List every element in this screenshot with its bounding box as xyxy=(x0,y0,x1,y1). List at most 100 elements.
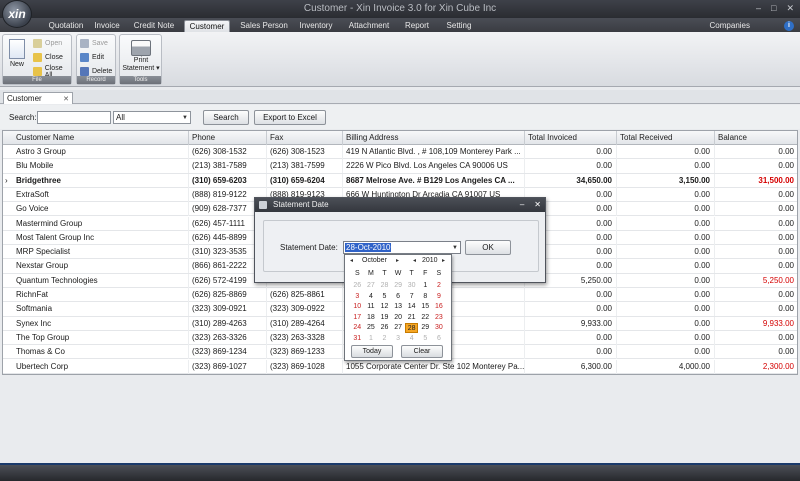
cell-fax[interactable]: (626) 308-1523 xyxy=(267,145,343,159)
cell-balance[interactable]: 0.00 xyxy=(715,217,797,231)
column-header-fax[interactable]: Fax xyxy=(267,131,343,145)
cell-total-received[interactable]: 0.00 xyxy=(617,259,715,274)
filter-select[interactable]: All ▼ xyxy=(113,111,191,124)
cell-fax[interactable]: (626) 825-8861 xyxy=(267,288,343,302)
tab-quotation[interactable]: Quotation xyxy=(42,20,90,32)
cell-balance[interactable]: 0.00 xyxy=(715,245,797,259)
cell-total-invoiced[interactable]: 0.00 xyxy=(525,288,617,302)
new-button[interactable]: New xyxy=(6,37,28,68)
close-icon[interactable]: ✕ xyxy=(786,3,794,14)
cell-balance[interactable]: 0.00 xyxy=(715,159,797,173)
cell-phone[interactable]: (323) 309-0921 xyxy=(189,302,267,317)
cell-total-received[interactable]: 0.00 xyxy=(617,230,715,245)
cell-total-received[interactable]: 3,150.00 xyxy=(617,173,715,188)
cell-total-invoiced[interactable]: 0.00 xyxy=(525,159,617,174)
calendar-day[interactable]: 15 xyxy=(419,302,432,312)
minimize-icon[interactable]: – xyxy=(756,3,761,14)
maximize-icon[interactable]: □ xyxy=(771,3,776,14)
cell-customer-name[interactable]: Softmania xyxy=(13,302,189,317)
calendar-day[interactable]: 10 xyxy=(351,302,364,312)
calendar-day[interactable]: 11 xyxy=(365,302,378,312)
calendar-day[interactable]: 5 xyxy=(378,292,391,302)
cell-total-invoiced[interactable]: 34,650.00 xyxy=(525,173,617,188)
cell-phone[interactable]: (323) 869-1234 xyxy=(189,345,267,360)
tab-report[interactable]: Report xyxy=(400,20,434,32)
app-orb-button[interactable]: xin xyxy=(2,0,32,28)
tab-customer[interactable]: Customer xyxy=(184,20,230,32)
cell-customer-name[interactable]: Ubertech Corp xyxy=(13,359,189,374)
cell-phone[interactable]: (323) 263-3326 xyxy=(189,330,267,345)
cell-balance[interactable]: 2,300.00 xyxy=(715,360,797,374)
cell-fax[interactable]: (213) 381-7599 xyxy=(267,159,343,174)
calendar-day[interactable]: 16 xyxy=(433,302,446,312)
help-icon[interactable]: i xyxy=(784,21,794,31)
cell-total-received[interactable]: 0.00 xyxy=(617,330,715,345)
calendar-day[interactable]: 23 xyxy=(433,313,446,323)
prev-month-icon[interactable]: ◂ xyxy=(350,257,353,264)
calendar-day[interactable]: 29 xyxy=(419,323,432,333)
cell-phone[interactable]: (626) 825-8869 xyxy=(189,288,267,302)
close-tab-icon[interactable]: ✕ xyxy=(63,94,69,105)
tab-inventory[interactable]: Inventory xyxy=(296,20,336,32)
table-row[interactable]: Astro 3 Group (626) 308-1532 (626) 308-152… xyxy=(3,145,797,160)
cell-balance[interactable]: 0.00 xyxy=(715,288,797,302)
export-to-excel-button[interactable]: Export to Excel xyxy=(254,110,326,125)
tab-setting[interactable]: Setting xyxy=(442,20,476,32)
table-row[interactable]: Ubertech Corp (323) 869-1027 (323) 869-102… xyxy=(3,359,797,374)
calendar-day[interactable]: 24 xyxy=(351,323,364,333)
cell-customer-name[interactable]: Thomas & Co xyxy=(13,345,189,360)
calendar-day[interactable]: 30 xyxy=(405,281,418,291)
cell-balance[interactable]: 5,250.00 xyxy=(715,274,797,288)
clear-button[interactable]: Clear xyxy=(401,345,443,358)
calendar-day[interactable]: 4 xyxy=(405,334,418,344)
calendar-day[interactable]: 1 xyxy=(419,281,432,291)
cell-customer-name[interactable]: RichnFat xyxy=(13,288,189,302)
calendar-day[interactable]: 12 xyxy=(378,302,391,312)
cell-balance[interactable]: 0.00 xyxy=(715,145,797,159)
column-header-billing-address[interactable]: Billing Address xyxy=(343,131,525,145)
calendar-year[interactable]: 2010 xyxy=(422,257,438,264)
dialog-close-icon[interactable]: ✕ xyxy=(534,198,541,212)
calendar-day[interactable]: 25 xyxy=(365,323,378,333)
calendar-day[interactable]: 30 xyxy=(433,323,446,333)
calendar-day[interactable]: 1 xyxy=(365,334,378,344)
print-statement-button[interactable]: Print Statement ▾ xyxy=(121,37,161,72)
cell-total-received[interactable]: 0.00 xyxy=(617,145,715,159)
calendar-day[interactable]: 6 xyxy=(392,292,405,302)
close-button[interactable]: Close xyxy=(33,52,63,63)
calendar-day[interactable]: 2 xyxy=(433,281,446,291)
calendar-day[interactable]: 7 xyxy=(405,292,418,302)
tab-customer-document[interactable]: Customer ✕ xyxy=(3,92,73,104)
calendar-day[interactable]: 26 xyxy=(378,323,391,333)
cell-fax[interactable]: (323) 869-1233 xyxy=(267,345,343,360)
date-dropdown-arrow-icon[interactable]: ▼ xyxy=(452,243,458,254)
cell-total-received[interactable]: 0.00 xyxy=(617,288,715,302)
cell-fax[interactable]: (323) 263-3328 xyxy=(267,330,343,345)
calendar-day[interactable]: 19 xyxy=(378,313,391,323)
cell-total-received[interactable]: 0.00 xyxy=(617,159,715,174)
cell-total-received[interactable]: 4,000.00 xyxy=(617,359,715,374)
cell-total-received[interactable]: 0.00 xyxy=(617,302,715,317)
calendar-day[interactable]: 3 xyxy=(351,292,364,302)
column-header-balance[interactable]: Balance xyxy=(715,131,797,145)
column-header-total-invoiced[interactable]: Total Invoiced xyxy=(525,131,617,145)
calendar-day[interactable]: 8 xyxy=(419,292,432,302)
cell-phone[interactable]: (323) 869-1027 xyxy=(189,359,267,374)
calendar-day[interactable]: 3 xyxy=(392,334,405,344)
cell-customer-name[interactable]: Blu Mobile xyxy=(13,159,189,174)
cell-balance[interactable]: 0.00 xyxy=(715,231,797,245)
cell-total-invoiced[interactable]: 0.00 xyxy=(525,302,617,317)
cell-customer-name[interactable]: ExtraSoft xyxy=(13,187,189,202)
cell-balance[interactable]: 0.00 xyxy=(715,302,797,316)
dialog-minimize-icon[interactable]: – xyxy=(520,198,524,212)
cell-total-invoiced[interactable]: 9,933.00 xyxy=(525,316,617,331)
cell-total-received[interactable]: 0.00 xyxy=(617,202,715,217)
calendar-day[interactable]: 22 xyxy=(419,313,432,323)
cell-phone[interactable]: (213) 381-7589 xyxy=(189,159,267,174)
cell-balance[interactable]: 0.00 xyxy=(715,202,797,216)
cell-balance[interactable]: 9,933.00 xyxy=(715,317,797,331)
tab-credit-note[interactable]: Credit Note xyxy=(130,20,178,32)
save-button[interactable]: Save xyxy=(80,38,108,49)
calendar-day[interactable]: 28 xyxy=(378,281,391,291)
cell-total-received[interactable]: 0.00 xyxy=(617,273,715,288)
